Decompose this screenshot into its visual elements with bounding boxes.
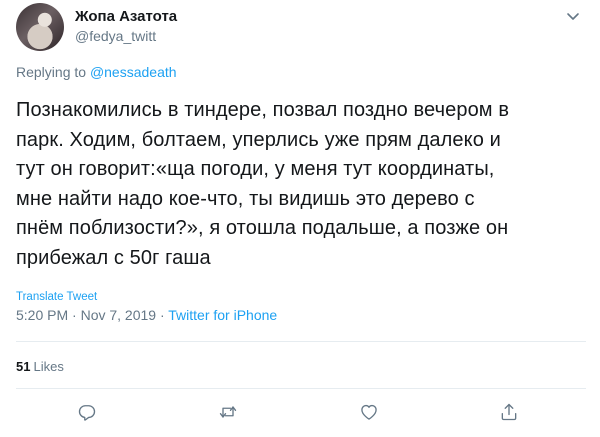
reply-button[interactable] xyxy=(76,401,98,423)
tweet-text: Познакомились в тиндере, позвал поздно в… xyxy=(16,96,588,273)
divider xyxy=(16,341,586,342)
heart-icon xyxy=(361,404,377,420)
reply-mention-link[interactable]: @nessadeath xyxy=(90,64,177,80)
likes-count: 51 xyxy=(16,359,31,374)
like-button[interactable] xyxy=(358,401,380,423)
tweet-timestamp[interactable]: 5:20 PM · Nov 7, 2019 · xyxy=(16,307,168,323)
tweet-line: парк. Ходим, болтаем, уперлись уже прям … xyxy=(16,128,501,151)
avatar[interactable] xyxy=(16,3,64,51)
tweet-line: пнём поблизости?», я отошла подальше, а … xyxy=(16,217,509,239)
share-button[interactable] xyxy=(498,401,520,423)
tweet-source-link[interactable]: Twitter for iPhone xyxy=(168,307,277,323)
tweet-line: прибежал с 50г гаша xyxy=(16,246,211,269)
author-display-name[interactable]: Жопа Азатота xyxy=(75,8,177,25)
retweet-icon xyxy=(219,406,237,418)
tweet-line: Познакомились в тиндере, позвал поздно в… xyxy=(16,99,510,121)
retweet-button[interactable] xyxy=(217,401,239,423)
translate-tweet-link[interactable]: Translate Tweet xyxy=(16,291,97,303)
tweet-meta: 5:20 PM · Nov 7, 2019 · Twitter for iPho… xyxy=(16,307,277,323)
tweet-line: тут он говорит:«ща погоди, у меня тут ко… xyxy=(16,158,495,180)
share-icon xyxy=(501,403,517,421)
chevron-down-icon[interactable] xyxy=(566,9,580,23)
likes-stat[interactable]: 51 Likes xyxy=(16,359,64,374)
likes-label: Likes xyxy=(33,359,64,374)
divider xyxy=(16,388,586,389)
tweet-line: мне найти надо кое-что, ты видишь это де… xyxy=(16,187,475,210)
reply-icon xyxy=(78,405,96,421)
replying-to: Replying to @nessadeath xyxy=(16,64,177,80)
replying-to-prefix: Replying to xyxy=(16,64,90,80)
author-handle[interactable]: @fedya_twitt xyxy=(75,28,156,44)
